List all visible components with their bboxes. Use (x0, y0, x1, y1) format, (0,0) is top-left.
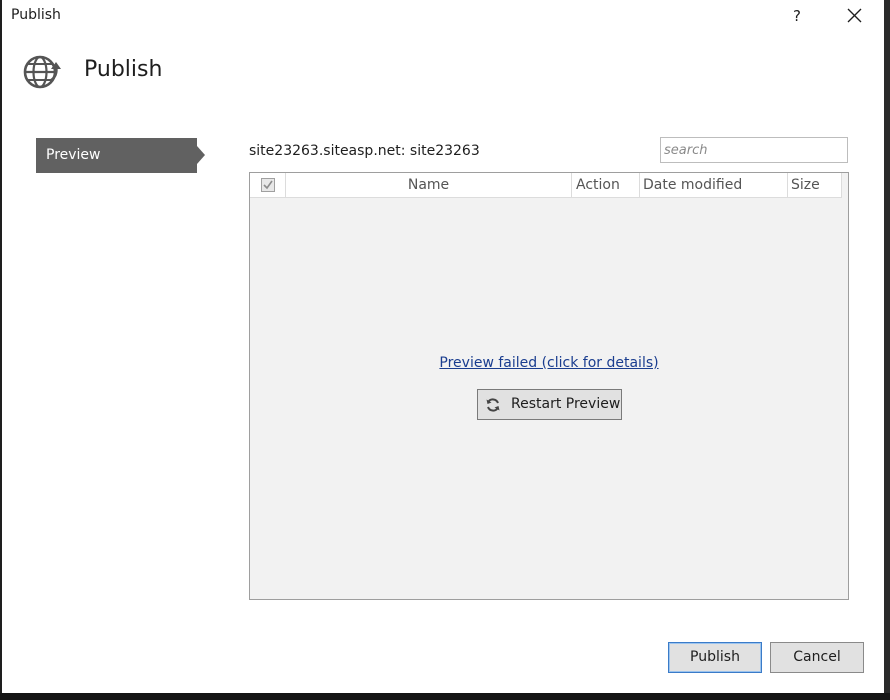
column-select-all[interactable] (250, 173, 286, 197)
background-window-edge-bottom (0, 693, 890, 700)
refresh-icon (486, 398, 500, 412)
window-title: Publish (11, 7, 61, 23)
restart-preview-button[interactable]: Restart Preview (477, 389, 622, 420)
publish-dialog: Publish ? Publish Preview site23263.site… (2, 0, 884, 693)
nav-item-label: Preview (46, 147, 101, 163)
publish-button[interactable]: Publish (668, 642, 762, 673)
cancel-button[interactable]: Cancel (770, 642, 864, 673)
background-window-edge (884, 0, 890, 700)
nav-item-preview[interactable]: Preview (36, 138, 197, 173)
column-header-name[interactable]: Name (286, 173, 572, 197)
close-icon (847, 8, 862, 23)
site-label: site23263.siteasp.net: site23263 (249, 143, 480, 159)
help-button[interactable]: ? (786, 4, 808, 28)
column-header-size[interactable]: Size (788, 173, 842, 197)
column-header-date-modified[interactable]: Date modified (640, 173, 788, 197)
preview-grid: Name Action Date modified Size Preview f… (249, 172, 849, 600)
checkmark-icon (263, 180, 273, 190)
restart-preview-label: Restart Preview (511, 396, 621, 412)
column-header-action[interactable]: Action (572, 173, 640, 197)
select-all-checkbox[interactable] (261, 178, 275, 192)
globe-publish-icon (23, 55, 61, 89)
close-button[interactable] (842, 4, 866, 28)
nav-selected-arrow (197, 146, 205, 164)
page-title: Publish (84, 57, 163, 82)
preview-failed-link[interactable]: Preview failed (click for details) (250, 355, 848, 371)
search-input[interactable] (660, 137, 848, 163)
grid-header: Name Action Date modified Size (250, 173, 842, 198)
